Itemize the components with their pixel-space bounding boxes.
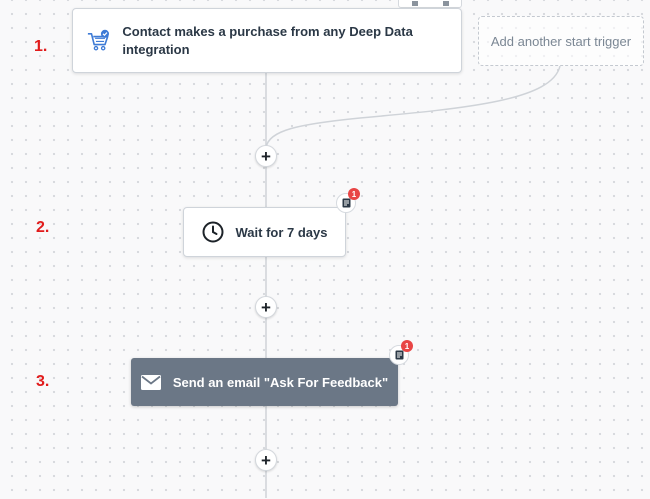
add-start-trigger-label: Add another start trigger [490,33,632,49]
wait-step-label: Wait for 7 days [235,224,328,240]
trash-icon[interactable] [441,1,451,7]
wait-notes-count: 1 [348,188,360,200]
cart-check-icon [87,29,110,50]
step-number-3: 3. [36,373,50,390]
wait-notes-badge[interactable]: 1 [336,188,360,213]
plus-icon: + [261,297,271,317]
note-icon [342,198,350,208]
plus-icon: + [261,450,271,470]
start-trigger-card[interactable]: Contact makes a purchase from any Deep D… [72,8,462,73]
wait-step-card[interactable]: Wait for 7 days [183,207,346,257]
note-icon [395,350,403,360]
email-notes-count: 1 [401,340,413,352]
clock-icon [202,221,223,243]
send-email-step-label: Send an email "Ask For Feedback" [172,374,389,390]
edit-icon[interactable] [410,1,420,7]
email-notes-badge[interactable]: 1 [389,340,413,365]
step-number-1: 1. [34,38,48,55]
trigger-actions-tab [398,0,462,8]
step-number-2: 2. [36,219,50,236]
send-email-step-card[interactable]: Send an email "Ask For Feedback" [131,358,398,406]
add-step-button-1[interactable]: + [255,145,277,167]
add-start-trigger-button[interactable]: Add another start trigger [478,16,644,66]
plus-icon: + [261,146,271,166]
envelope-icon [140,374,161,390]
add-step-button-2[interactable]: + [255,296,277,318]
add-step-button-3[interactable]: + [255,449,277,471]
trigger-label: Contact makes a purchase from any Deep D… [122,23,413,57]
